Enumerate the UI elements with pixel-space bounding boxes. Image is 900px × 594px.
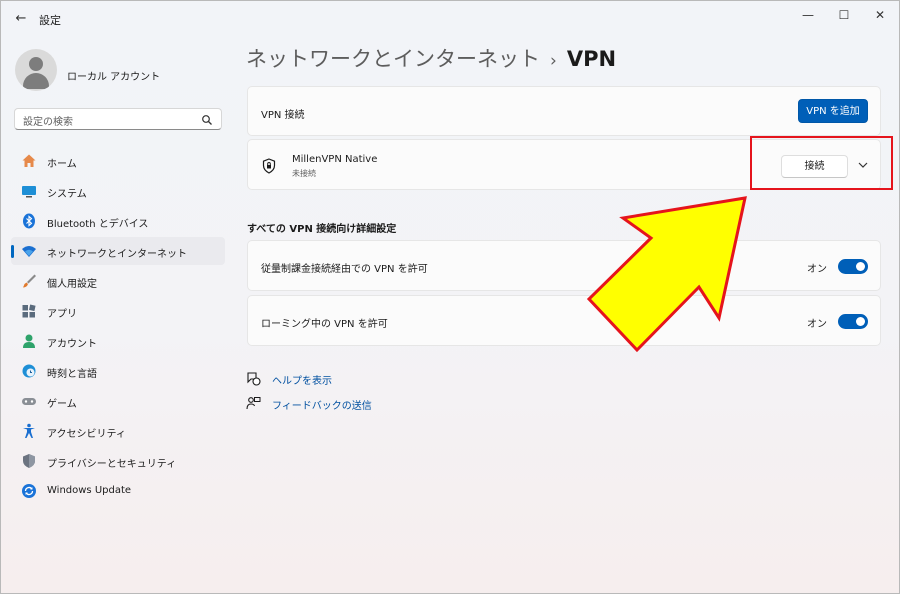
roaming-vpn-toggle[interactable]: [838, 314, 868, 329]
sidebar-nav: ホーム システム Bluetooth とデバイス ネットワークとインターネット: [11, 147, 225, 507]
sidebar-item-time-language[interactable]: 時刻と言語: [11, 357, 225, 385]
display-icon: [22, 186, 36, 198]
feedback-link-text[interactable]: フィードバックの送信: [272, 397, 372, 412]
sidebar-item-privacy[interactable]: プライバシーとセキュリティ: [11, 447, 225, 475]
sidebar-item-gaming[interactable]: ゲーム: [11, 387, 225, 415]
breadcrumb-separator: ›: [550, 51, 557, 71]
roaming-vpn-state: オン: [807, 319, 827, 330]
sidebar-item-system[interactable]: システム: [11, 177, 225, 205]
sidebar-item-accounts[interactable]: アカウント: [11, 327, 225, 355]
sidebar-item-label: アクセシビリティ: [47, 429, 126, 440]
sidebar-item-label: Bluetooth とデバイス: [47, 219, 149, 230]
minimize-icon[interactable]: —: [791, 5, 825, 25]
app-title: 設定: [39, 14, 61, 27]
update-icon: [22, 484, 36, 498]
sidebar-item-label: 個人用設定: [47, 279, 97, 290]
apps-icon: [22, 304, 36, 318]
highlight-box: [750, 136, 893, 190]
sidebar-item-network[interactable]: ネットワークとインターネット: [11, 237, 225, 265]
sidebar-item-label: ゲーム: [47, 399, 77, 410]
gamepad-icon: [22, 398, 36, 405]
metered-vpn-setting: 従量制課金接続経由での VPN を許可 オン: [247, 240, 881, 291]
vpn-connection-name: MillenVPN Native: [292, 154, 378, 165]
metered-vpn-state: オン: [807, 264, 827, 275]
shield-icon: [23, 454, 35, 468]
search-placeholder: 設定の検索: [23, 117, 73, 128]
roaming-vpn-setting: ローミング中の VPN を許可 オン: [247, 295, 881, 346]
vpn-connections-label: VPN 接続: [261, 110, 305, 121]
sidebar-item-accessibility[interactable]: アクセシビリティ: [11, 417, 225, 445]
vpn-connection-status: 未接続: [292, 169, 316, 178]
add-vpn-button[interactable]: VPN を追加: [798, 99, 868, 123]
help-icon: [247, 372, 261, 386]
sidebar-item-label: アカウント: [47, 339, 97, 350]
pointer-arrow-icon: [586, 196, 747, 353]
wifi-icon: [22, 246, 36, 257]
roaming-vpn-label: ローミング中の VPN を許可: [261, 319, 388, 330]
search-icon: [202, 115, 212, 125]
sidebar-item-windows-update[interactable]: Windows Update: [11, 477, 225, 505]
globe-clock-icon: [22, 364, 36, 378]
metered-vpn-toggle[interactable]: [838, 259, 868, 274]
sidebar-item-label: システム: [47, 189, 87, 200]
accessibility-icon: [23, 423, 35, 438]
sidebar-item-label: プライバシーとセキュリティ: [47, 459, 177, 470]
metered-vpn-label: 従量制課金接続経由での VPN を許可: [261, 264, 428, 275]
bluetooth-icon: [23, 213, 35, 229]
back-arrow-icon[interactable]: ←: [11, 9, 31, 29]
breadcrumb: ネットワークとインターネット › VPN: [246, 43, 616, 73]
settings-window: ← 設定 — ☐ ✕ ローカル アカウント 設定の検索 ホーム システム Blu…: [0, 0, 900, 594]
sidebar-item-label: 時刻と言語: [47, 369, 97, 380]
close-icon[interactable]: ✕: [863, 5, 897, 25]
vpn-shield-icon: [262, 158, 276, 174]
title-bar: ← 設定 — ☐ ✕: [1, 1, 899, 37]
page-title: VPN: [566, 47, 617, 71]
sidebar-item-apps[interactable]: アプリ: [11, 297, 225, 325]
avatar: [15, 49, 57, 91]
maximize-icon[interactable]: ☐: [827, 5, 861, 25]
breadcrumb-parent[interactable]: ネットワークとインターネット: [246, 47, 540, 71]
sidebar-item-label: ネットワークとインターネット: [47, 249, 187, 260]
sidebar-item-home[interactable]: ホーム: [11, 147, 225, 175]
sidebar-item-label: ホーム: [47, 159, 77, 170]
vpn-connections-card: VPN 接続 VPN を追加: [247, 86, 881, 136]
profile-name: ローカル アカウント: [67, 72, 161, 83]
sidebar-item-bluetooth[interactable]: Bluetooth とデバイス: [11, 207, 225, 235]
home-icon: [22, 154, 36, 167]
help-link-text[interactable]: ヘルプを表示: [272, 372, 332, 387]
sidebar-item-label: アプリ: [47, 309, 77, 320]
brush-icon: [23, 274, 36, 288]
sidebar-item-personalization[interactable]: 個人用設定: [11, 267, 225, 295]
person-icon: [23, 334, 35, 348]
advanced-settings-heading: すべての VPN 接続向け詳細設定: [247, 224, 397, 235]
feedback-icon: [246, 397, 261, 410]
sidebar-item-label: Windows Update: [47, 485, 132, 496]
search-input[interactable]: 設定の検索: [14, 108, 222, 130]
